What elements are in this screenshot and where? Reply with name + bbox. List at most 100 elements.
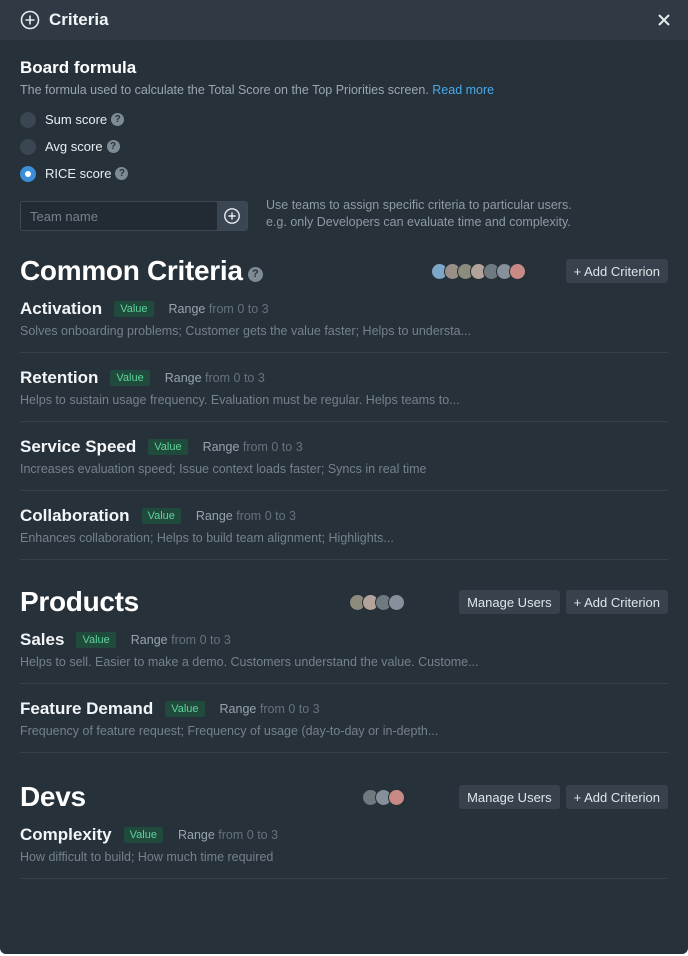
range-value: from 0 to 3 [236, 509, 296, 523]
formula-option-1[interactable]: Avg score? [20, 133, 668, 160]
criterion-header: Complexity Value Range from 0 to 3 [20, 825, 668, 845]
range-value: from 0 to 3 [218, 828, 279, 842]
manage-users-button[interactable]: Manage Users [459, 785, 560, 809]
range-value: from 0 to 3 [259, 702, 320, 716]
criterion-header: Sales Value Range from 0 to 3 [20, 630, 668, 650]
criterion-name[interactable]: Complexity [20, 825, 112, 845]
criterion-name[interactable]: Feature Demand [20, 699, 153, 719]
add-criterion-button[interactable]: + Add Criterion [565, 785, 668, 809]
manage-users-button[interactable]: Manage Users [459, 590, 560, 614]
range-value: from 0 to 3 [171, 633, 231, 647]
value-badge: Value [110, 370, 150, 386]
close-icon[interactable] [654, 10, 674, 30]
criterion-description: Increases evaluation speed; Issue contex… [20, 462, 427, 476]
criterion-item[interactable]: Collaboration Value Range from 0 to 3 Enhan… [20, 491, 668, 560]
avatar-group[interactable] [349, 593, 406, 611]
criterion-range: Range from 0 to 3 [131, 633, 231, 647]
help-icon[interactable]: ? [247, 267, 263, 282]
criterion-item[interactable]: Service Speed Value Range from 0 to 3 Incre… [20, 422, 668, 491]
avatar-group[interactable] [430, 262, 526, 280]
criterion-description: Helps to sustain usage frequency. Evalua… [20, 393, 460, 407]
criterion-name[interactable]: Collaboration [20, 506, 130, 526]
read-more-link[interactable]: Read more [432, 83, 494, 97]
avatar-group[interactable] [362, 788, 406, 806]
criterion-header: Activation Value Range from 0 to 3 [20, 299, 668, 319]
range-label: Range [177, 828, 215, 842]
team-input-group [20, 201, 248, 231]
criterion-header: Feature Demand Value Range from 0 to 3 [20, 699, 668, 719]
criterion-name[interactable]: Sales [20, 630, 64, 650]
range-value: from 0 to 3 [205, 371, 265, 385]
criterion-description: Enhances collaboration; Helps to build t… [20, 531, 394, 545]
radio-button[interactable] [20, 165, 36, 182]
range-value: from 0 to 3 [208, 302, 269, 316]
section-0: Common Criteria? + Add Criterion Activatio… [20, 251, 668, 560]
criterion-item[interactable]: Retention Value Range from 0 to 3 Helps to … [20, 353, 668, 422]
range-label: Range [195, 509, 233, 523]
value-badge: Value [76, 632, 116, 648]
radio-button[interactable] [20, 111, 36, 128]
criterion-description: Frequency of feature request; Frequency … [20, 724, 439, 738]
section-actions: Manage Users + Add Criterion [362, 785, 668, 809]
section-1: Products Manage Users + Add Criterion Sales… [20, 582, 668, 753]
board-formula-text: The formula used to calculate the Total … [20, 83, 429, 97]
criterion-range: Range from 0 to 3 [196, 509, 296, 523]
board-formula-description: The formula used to calculate the Total … [20, 83, 668, 97]
value-badge: Value [123, 827, 163, 843]
criterion-name[interactable]: Activation [20, 299, 102, 319]
value-badge: Value [141, 508, 181, 524]
criterion-item[interactable]: Complexity Value Range from 0 to 3 How diff… [20, 817, 668, 879]
add-team-button[interactable] [217, 202, 247, 230]
team-hint-line-1: Use teams to assign specific criteria to… [266, 198, 572, 212]
section-title: Common Criteria? [20, 255, 263, 287]
range-label: Range [130, 633, 168, 647]
formula-option-label: Sum score [45, 112, 108, 127]
team-name-input[interactable] [21, 202, 217, 230]
criterion-range: Range from 0 to 3 [165, 371, 265, 385]
section-title-text: Devs [20, 781, 86, 812]
modal-title: Criteria [49, 10, 109, 29]
criterion-range: Range from 0 to 3 [169, 302, 269, 316]
criterion-header: Service Speed Value Range from 0 to 3 [20, 437, 668, 457]
range-label: Range [164, 371, 202, 385]
avatar [388, 593, 406, 611]
criterion-item[interactable]: Sales Value Range from 0 to 3 Helps to sell… [20, 622, 668, 684]
add-criterion-button[interactable]: + Add Criterion [565, 590, 668, 614]
add-criterion-button[interactable]: + Add Criterion [565, 259, 668, 283]
formula-option-label: RICE score [45, 166, 112, 181]
criterion-item[interactable]: Feature Demand Value Range from 0 to 3 Freq… [20, 684, 668, 753]
help-icon[interactable]: ? [111, 113, 125, 126]
section-header: Products Manage Users + Add Criterion [20, 582, 668, 622]
plus-circle-icon [20, 10, 40, 30]
formula-option-0[interactable]: Sum score? [20, 106, 668, 133]
formula-option-2[interactable]: RICE score? [20, 160, 668, 187]
team-hint-line-2: e.g. only Developers can evaluate time a… [266, 215, 571, 229]
criterion-name[interactable]: Service Speed [20, 437, 136, 457]
avatar [388, 788, 406, 806]
modal-header: Criteria [0, 0, 688, 40]
section-2: Devs Manage Users + Add Criterion Complexit… [20, 777, 668, 879]
criterion-description: Solves onboarding problems; Customer get… [20, 324, 471, 338]
help-icon[interactable]: ? [106, 140, 120, 153]
section-actions: + Add Criterion [430, 259, 668, 283]
radio-button[interactable] [20, 138, 36, 155]
board-formula-title: Board formula [20, 58, 137, 77]
criterion-range: Range from 0 to 3 [220, 702, 320, 716]
range-value: from 0 to 3 [242, 440, 303, 454]
section-title: Devs [20, 781, 86, 813]
criterion-description: How difficult to build; How much time re… [20, 850, 274, 864]
criterion-description: Helps to sell. Easier to make a demo. Cu… [20, 655, 479, 669]
criteria-modal: Criteria Board formula The formula used … [0, 0, 688, 954]
section-header: Devs Manage Users + Add Criterion [20, 777, 668, 817]
value-badge: Value [114, 301, 154, 317]
formula-option-label: Avg score [45, 139, 103, 154]
avatar [508, 262, 526, 280]
section-title-text: Common Criteria [20, 255, 243, 286]
help-icon[interactable]: ? [115, 167, 129, 180]
criterion-range: Range from 0 to 3 [203, 440, 303, 454]
team-hint: Use teams to assign specific criteria to… [266, 197, 572, 231]
section-title: Products [20, 586, 139, 618]
criterion-item[interactable]: Activation Value Range from 0 to 3 Solves o… [20, 291, 668, 353]
criterion-name[interactable]: Retention [20, 368, 98, 388]
criterion-range: Range from 0 to 3 [178, 828, 278, 842]
